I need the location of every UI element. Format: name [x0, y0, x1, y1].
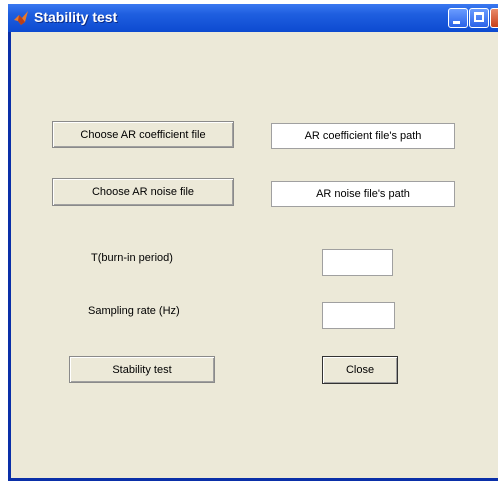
sampling-rate-label: Sampling rate (Hz) [88, 305, 180, 317]
choose-ar-noise-file-label: Choose AR noise file [91, 186, 195, 198]
close-label: Close [345, 364, 375, 376]
title-bar[interactable]: Stability test [8, 4, 498, 32]
choose-ar-coefficient-file-label: Choose AR coefficient file [80, 128, 206, 141]
sampling-rate-input[interactable] [322, 302, 395, 329]
choose-ar-coefficient-file-button[interactable]: Choose AR coefficient file [52, 121, 234, 148]
stability-test-label: Stability test [112, 363, 172, 376]
stability-test-window: Stability test Choose AR coefficient fil… [8, 4, 498, 481]
matlab-icon[interactable] [13, 10, 29, 26]
minimize-icon[interactable] [448, 8, 468, 28]
burn-in-period-input[interactable] [322, 249, 393, 276]
ar-noise-path-text: AR noise file's path [316, 188, 410, 200]
ar-noise-path-field[interactable]: AR noise file's path [271, 181, 455, 207]
close-button[interactable]: Close [322, 356, 398, 384]
close-icon[interactable] [490, 8, 498, 28]
choose-ar-noise-file-button[interactable]: Choose AR noise file [52, 178, 234, 206]
maximize-icon[interactable] [469, 8, 489, 28]
ar-coefficient-path-text: AR coefficient file's path [304, 130, 422, 142]
window-title: Stability test [34, 9, 118, 25]
window-client-area: Choose AR coefficient file AR coefficien… [11, 32, 498, 478]
ar-coefficient-path-field[interactable]: AR coefficient file's path [271, 123, 455, 149]
burn-in-period-label: T(burn-in period) [91, 252, 173, 264]
stability-test-button[interactable]: Stability test [69, 356, 215, 383]
